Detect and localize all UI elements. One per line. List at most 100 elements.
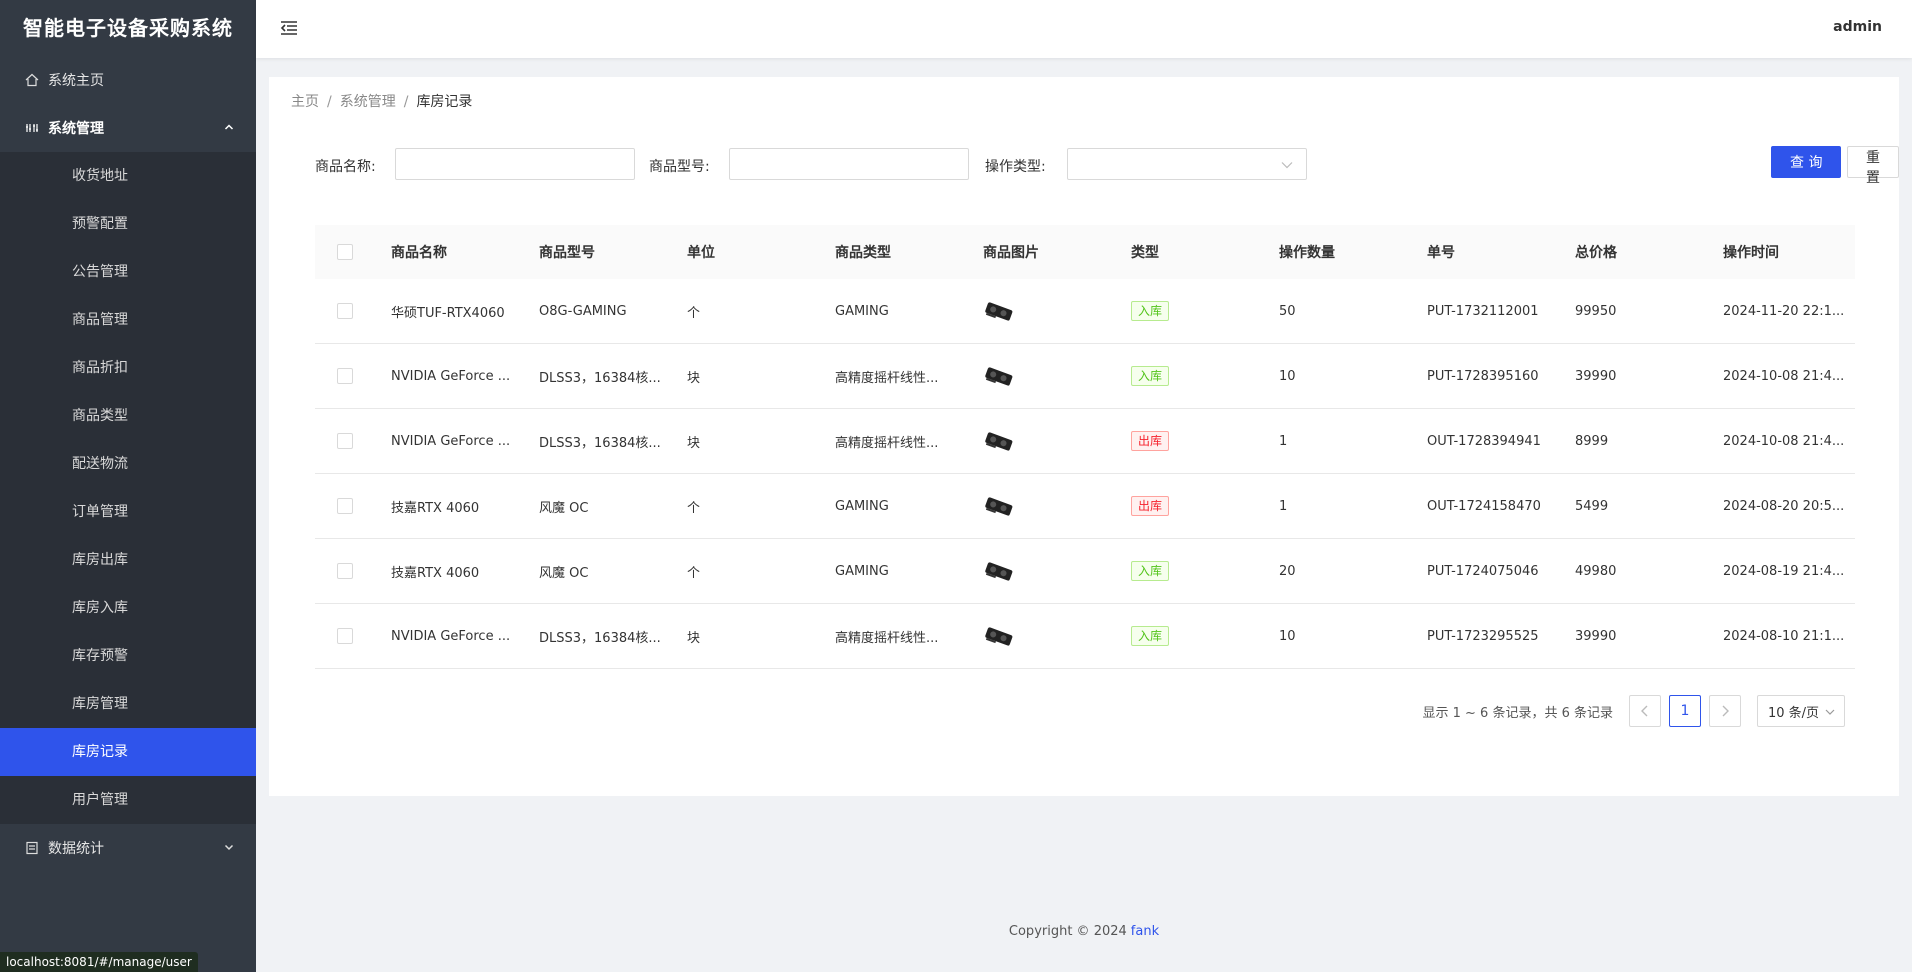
table-row[interactable]: NVIDIA GeForce ... DLSS3，16384核... 块 高精度摇杆线… [315,604,1855,669]
breadcrumb-section[interactable]: 系统管理 [340,94,396,110]
chevron-down-icon [1824,706,1836,718]
sidebar-subitem-warehouse-records[interactable]: 库房记录 [0,728,256,776]
pagination-summary: 显示 1 ~ 6 条记录，共 6 条记录 [1422,705,1614,721]
table-row[interactable]: 技嘉RTX 4060 风魔 OC 个 GAMING 入库 20 PUT-1724075046… [315,539,1855,604]
chevron-left-icon [1641,705,1648,717]
cell-qty: 50 [1279,303,1296,319]
app-title: 智能电子设备采购系统 [23,16,233,40]
graphics-card-icon [985,627,1013,646]
cell-time: 2024-08-10 21:1... [1723,628,1845,644]
select-all-checkbox[interactable] [337,244,353,260]
reset-button[interactable]: 重 置 [1847,146,1899,186]
sidebar-item-label: 数据统计 [48,841,104,857]
product-image [983,624,1131,648]
sidebar-subitem-warehouse[interactable]: 库房管理 [0,680,256,728]
sidebar-subitem-notice[interactable]: 公告管理 [0,248,256,296]
goods-model-input[interactable] [729,148,969,180]
user-menu[interactable]: admin [1833,19,1882,35]
column-header: 商品型号 [539,245,595,261]
cell-order: PUT-1724075046 [1427,563,1539,579]
row-checkbox[interactable] [337,628,353,644]
sidebar-subitem-goods-type[interactable]: 商品类型 [0,392,256,440]
status-badge: 出库 [1131,431,1170,451]
sidebar-subitem-stock-in[interactable]: 库房入库 [0,584,256,632]
column-header: 操作数量 [1279,245,1335,261]
sidebar-item-stats[interactable]: 数据统计 [0,824,256,872]
table-row[interactable]: NVIDIA GeForce ... DLSS3，16384核... 块 高精度摇杆线… [315,344,1855,409]
operation-type-cell: 入库 [1131,301,1279,321]
operation-type-select[interactable] [1067,148,1307,180]
column-header: 单位 [687,245,715,261]
sidebar-subitem-stock-out[interactable]: 库房出库 [0,536,256,584]
query-button[interactable]: 查 询 [1771,146,1842,178]
column-header: 商品图片 [983,245,1039,261]
cell-qty: 20 [1279,563,1296,579]
cell-unit: 个 [687,565,701,581]
prev-page-button[interactable] [1629,695,1661,727]
chevron-down-icon [222,840,236,854]
menu-fold-icon[interactable] [278,17,300,39]
cell-price: 39990 [1575,368,1617,384]
page-1-button[interactable]: 1 [1669,695,1701,727]
table-row[interactable]: NVIDIA GeForce ... DLSS3，16384核... 块 高精度摇杆线… [315,409,1855,474]
cell-price: 5499 [1575,498,1609,514]
page-size-select[interactable]: 10 条/页 [1757,695,1845,727]
table-row[interactable]: 技嘉RTX 4060 风魔 OC 个 GAMING 出库 1 OUT-1724158470 5… [315,474,1855,539]
cell-unit: 个 [687,500,701,516]
author-link[interactable]: fank [1131,924,1159,939]
operation-type-cell: 出库 [1131,496,1279,516]
cell-unit: 个 [687,305,701,321]
row-checkbox[interactable] [337,303,353,319]
column-header: 总价格 [1575,245,1617,261]
sidebar-subitem-discount[interactable]: 商品折扣 [0,344,256,392]
operation-type-label: 操作类型: [985,159,1046,175]
cell-name: NVIDIA GeForce ... [391,368,511,384]
graphics-card-icon [985,302,1013,321]
system-submenu: 收货地址 预警配置 公告管理 商品管理 商品折扣 商品类型 配送物流 订单管理 … [0,152,256,824]
sidebar-subitem-goods[interactable]: 商品管理 [0,296,256,344]
sidebar-subitem-orders[interactable]: 订单管理 [0,488,256,536]
table-row[interactable]: 华硕TUF-RTX4060 O8G-GAMING 个 GAMING 入库 50 PUT-17… [315,279,1855,344]
breadcrumb-separator: / [327,94,332,110]
sidebar-subitem-users[interactable]: 用户管理 [0,776,256,824]
chevron-down-icon [1280,158,1294,172]
cell-model: DLSS3，16384核... [539,630,661,646]
sidebar-subitem-stock-alert[interactable]: 库存预警 [0,632,256,680]
cell-order: PUT-1723295525 [1427,628,1539,644]
row-checkbox[interactable] [337,563,353,579]
row-checkbox[interactable] [337,368,353,384]
sidebar-item-home[interactable]: 系统主页 [0,56,256,104]
column-header: 商品类型 [835,245,891,261]
cell-category: GAMING [835,563,889,579]
cell-model: DLSS3，16384核... [539,370,661,386]
status-url: localhost:8081/#/manage/user [0,952,198,972]
row-checkbox[interactable] [337,433,353,449]
cell-name: 技嘉RTX 4060 [391,500,480,516]
chevron-right-icon [1722,705,1729,717]
next-page-button[interactable] [1709,695,1741,727]
breadcrumb-home[interactable]: 主页 [291,94,319,110]
sidebar-subitem-alert-config[interactable]: 预警配置 [0,200,256,248]
operation-type-cell: 出库 [1131,431,1279,451]
operation-type-cell: 入库 [1131,626,1279,646]
cell-name: 技嘉RTX 4060 [391,565,480,581]
breadcrumb: 主页 / 系统管理 / 库房记录 [291,91,472,111]
stats-icon [24,840,40,856]
sidebar-item-system[interactable]: 系统管理 [0,104,256,152]
graphics-card-icon [985,432,1013,451]
row-checkbox[interactable] [337,498,353,514]
goods-name-input[interactable] [395,148,635,180]
goods-name-label: 商品名称: [315,159,376,175]
graphics-card-icon [985,562,1013,581]
product-image [983,364,1131,388]
cell-category: 高精度摇杆线性... [835,435,939,451]
operation-type-cell: 入库 [1131,561,1279,581]
sidebar-subitem-address[interactable]: 收货地址 [0,152,256,200]
cell-time: 2024-10-08 21:4... [1723,433,1845,449]
cell-name: NVIDIA GeForce ... [391,628,511,644]
cell-model: DLSS3，16384核... [539,435,661,451]
sidebar-subitem-logistics[interactable]: 配送物流 [0,440,256,488]
column-header: 操作时间 [1723,245,1779,261]
product-image [983,299,1131,323]
cell-model: 风魔 OC [539,565,589,581]
